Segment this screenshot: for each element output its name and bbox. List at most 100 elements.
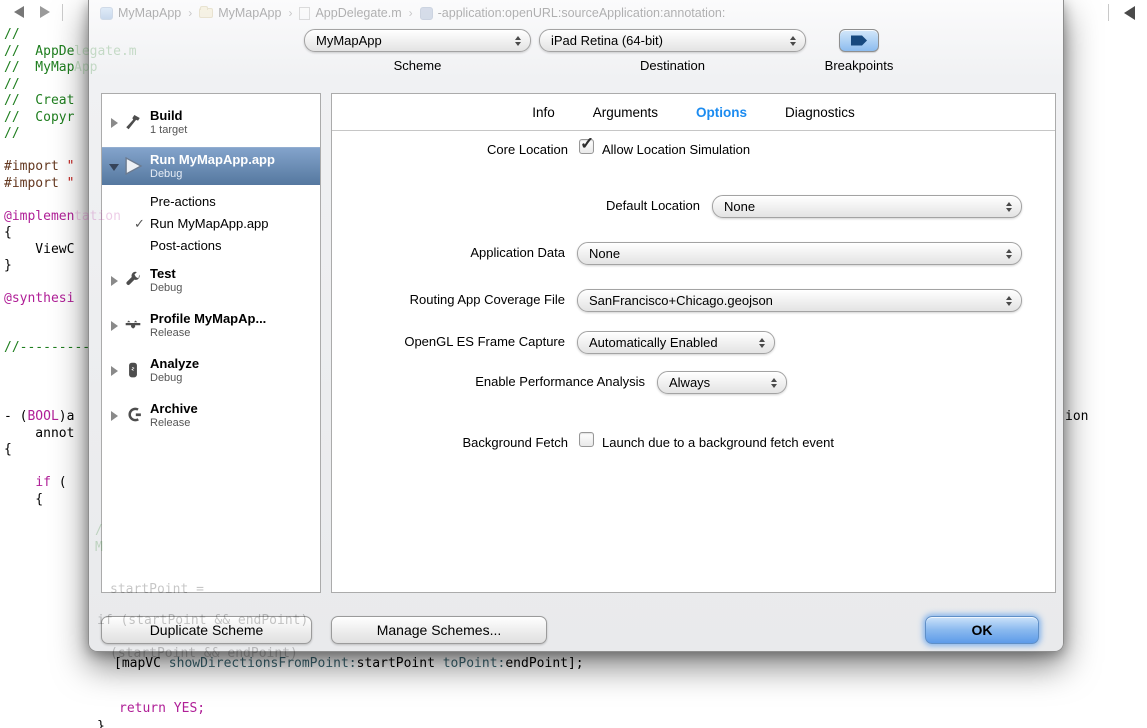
code-line: // AppDe bbox=[4, 43, 74, 60]
wrench-icon bbox=[122, 269, 144, 291]
method-icon bbox=[420, 7, 433, 20]
disclosure-triangle-icon[interactable] bbox=[111, 276, 118, 286]
default-location-value: None bbox=[724, 199, 755, 214]
sidebar-item-title: Analyze bbox=[150, 356, 199, 371]
breadcrumb-label: MyMapApp bbox=[218, 6, 281, 20]
jumpbar-separator bbox=[1108, 4, 1109, 21]
tab-diagnostics[interactable]: Diagnostics bbox=[785, 105, 855, 120]
breadcrumb-item-file[interactable]: AppDelegate.m bbox=[299, 6, 401, 20]
code-line: // bbox=[4, 26, 20, 43]
destination-value: iPad Retina (64-bit) bbox=[551, 33, 663, 48]
sidebar-item-title: Archive bbox=[150, 401, 198, 416]
breadcrumb-label: -application:openURL:sourceApplication:a… bbox=[438, 6, 726, 20]
sidebar-item-subtitle: Release bbox=[150, 327, 266, 339]
sidebar-item-post-actions[interactable]: Post-actions bbox=[150, 238, 222, 253]
file-icon bbox=[299, 7, 310, 20]
forward-arrow-icon[interactable] bbox=[40, 6, 50, 18]
scheme-select[interactable]: MyMapApp bbox=[304, 29, 531, 52]
default-location-label: Default Location bbox=[606, 198, 700, 213]
allow-location-label: Allow Location Simulation bbox=[602, 142, 750, 157]
default-location-select[interactable]: None bbox=[712, 195, 1022, 218]
sidebar-item-archive[interactable]: ArchiveRelease bbox=[102, 397, 320, 435]
sidebar-item-test[interactable]: TestDebug bbox=[102, 262, 320, 300]
background-fetch-label: Background Fetch bbox=[462, 435, 568, 450]
caliper-icon bbox=[122, 314, 144, 336]
checkmark-icon: ✓ bbox=[580, 134, 594, 154]
hammer-icon bbox=[122, 111, 144, 133]
scheme-actions-sidebar: Build1 target Run MyMapApp.appDebug Pre-… bbox=[101, 93, 321, 593]
sidebar-item-pre-actions[interactable]: Pre-actions bbox=[150, 194, 216, 209]
sidebar-item-build[interactable]: Build1 target bbox=[102, 104, 320, 142]
background-fetch-checkbox[interactable]: ✓ bbox=[579, 432, 594, 447]
disclosure-triangle-icon[interactable] bbox=[109, 164, 119, 171]
code-line: { bbox=[4, 491, 43, 508]
app-icon bbox=[100, 7, 113, 20]
breadcrumb-label: AppDelegate.m bbox=[315, 6, 401, 20]
routing-file-label: Routing App Coverage File bbox=[410, 292, 565, 307]
routing-file-select[interactable]: SanFrancisco+Chicago.geojson bbox=[577, 289, 1022, 312]
sidebar-item-profile[interactable]: Profile MyMapAp...Release bbox=[102, 307, 320, 345]
updown-arrows-icon bbox=[771, 378, 777, 388]
updown-arrows-icon bbox=[515, 36, 521, 46]
code-line: [mapVC showDirectionsFromPoint:startPoin… bbox=[114, 655, 584, 672]
breadcrumb-label: MyMapApp bbox=[118, 6, 181, 20]
breadcrumb: MyMapApp › MyMapApp › AppDelegate.m › -a… bbox=[100, 4, 725, 22]
code-line: // Creat bbox=[4, 92, 74, 109]
sidebar-item-title: Test bbox=[150, 266, 182, 281]
code-line: } bbox=[97, 718, 105, 728]
disclosure-triangle-icon[interactable] bbox=[111, 118, 118, 128]
scheme-label: Scheme bbox=[304, 58, 531, 73]
code-line: // Copyr bbox=[4, 109, 74, 126]
sidebar-item-subtitle: Debug bbox=[150, 372, 199, 384]
scheme-options-panel: Info Arguments Options Diagnostics Core … bbox=[331, 93, 1056, 593]
manage-schemes-button[interactable]: Manage Schemes... bbox=[331, 616, 547, 644]
folder-icon bbox=[199, 8, 213, 18]
tab-arguments[interactable]: Arguments bbox=[593, 105, 658, 120]
code-line: } bbox=[4, 257, 12, 274]
destination-select[interactable]: iPad Retina (64-bit) bbox=[539, 29, 806, 52]
sidebar-item-run[interactable]: Run MyMapApp.appDebug bbox=[102, 147, 320, 185]
checkmark-icon: ✓ bbox=[134, 216, 145, 232]
sidebar-item-analyze[interactable]: AnalyzeDebug bbox=[102, 352, 320, 390]
performance-analysis-value: Always bbox=[669, 375, 710, 390]
disclosure-triangle-icon[interactable] bbox=[111, 321, 118, 331]
breadcrumb-separator-icon: › bbox=[409, 6, 413, 20]
code-line: if ( bbox=[4, 474, 67, 491]
related-items-icon[interactable] bbox=[1124, 6, 1135, 20]
ok-button[interactable]: OK bbox=[925, 616, 1039, 644]
breadcrumb-item-group[interactable]: MyMapApp bbox=[199, 6, 281, 20]
archive-icon bbox=[122, 404, 144, 426]
sidebar-item-run-child[interactable]: Run MyMapApp.app bbox=[150, 216, 269, 231]
allow-location-checkbox[interactable]: ✓ bbox=[579, 139, 594, 154]
jumpbar-separator bbox=[62, 4, 63, 21]
sidebar-item-title: Build bbox=[150, 108, 187, 123]
updown-arrows-icon bbox=[1006, 296, 1012, 306]
breadcrumb-separator-icon: › bbox=[188, 6, 192, 20]
application-data-select[interactable]: None bbox=[577, 242, 1022, 265]
duplicate-scheme-button[interactable]: Duplicate Scheme bbox=[101, 616, 312, 644]
tab-info[interactable]: Info bbox=[532, 105, 555, 120]
disclosure-triangle-icon[interactable] bbox=[111, 366, 118, 376]
tab-options[interactable]: Options bbox=[696, 105, 747, 120]
performance-analysis-select[interactable]: Always bbox=[657, 371, 787, 394]
sidebar-item-title: Run MyMapApp.app bbox=[150, 152, 275, 167]
opengl-capture-label: OpenGL ES Frame Capture bbox=[404, 334, 565, 349]
opengl-capture-select[interactable]: Automatically Enabled bbox=[577, 331, 775, 354]
breadcrumb-item-method[interactable]: -application:openURL:sourceApplication:a… bbox=[420, 6, 726, 20]
breakpoints-label: Breakpoints bbox=[814, 58, 904, 73]
breadcrumb-item-project[interactable]: MyMapApp bbox=[100, 6, 181, 20]
jump-bar: MyMapApp › MyMapApp › AppDelegate.m › -a… bbox=[0, 0, 1147, 25]
sidebar-item-subtitle: Release bbox=[150, 417, 198, 429]
scheme-value: MyMapApp bbox=[316, 33, 382, 48]
code-line: @synthesi bbox=[4, 290, 74, 307]
disclosure-triangle-icon[interactable] bbox=[111, 411, 118, 421]
back-arrow-icon[interactable] bbox=[14, 6, 24, 18]
code-line: // bbox=[4, 125, 20, 142]
updown-arrows-icon bbox=[759, 338, 765, 348]
code-line: annot bbox=[4, 425, 74, 442]
code-line: { bbox=[4, 441, 12, 458]
analyze-icon bbox=[122, 359, 144, 381]
code-line: #import " bbox=[4, 158, 74, 175]
breakpoints-toggle-button[interactable] bbox=[839, 29, 879, 52]
performance-analysis-label: Enable Performance Analysis bbox=[475, 374, 645, 389]
